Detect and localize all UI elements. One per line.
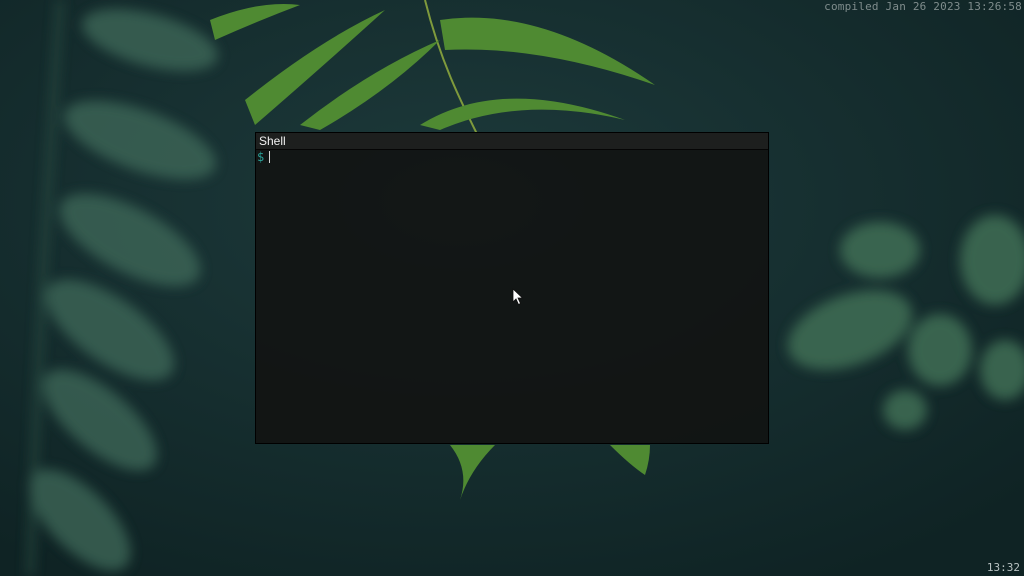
prompt-symbol: $ bbox=[257, 150, 265, 164]
window-title: Shell bbox=[259, 134, 286, 148]
build-info-label: compiled Jan 26 2023 13:26:58 bbox=[824, 0, 1022, 13]
window-titlebar[interactable]: Shell bbox=[256, 133, 768, 150]
clock: 13:32 bbox=[986, 561, 1020, 574]
mouse-pointer-icon bbox=[512, 288, 524, 306]
text-cursor bbox=[269, 151, 271, 163]
